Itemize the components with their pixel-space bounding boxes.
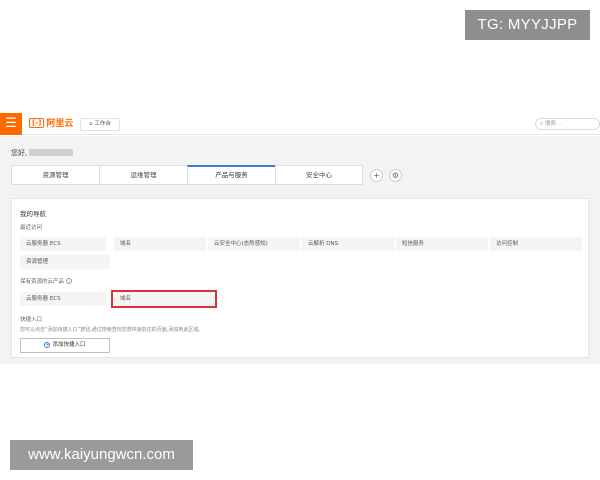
quick-description: 您可以点击“添加快捷入口”按钮,通过搜索查找您想快速前往的页面,添加到此区域。 bbox=[20, 327, 204, 333]
my-navigation-panel: 我的导航 最近访问 云服务器 ECS 域名 云安全中心(态势感知) 云解析 DN… bbox=[11, 198, 589, 358]
logo-mark-icon: [-] bbox=[29, 118, 45, 128]
recent-item-access-control[interactable]: 访问控制 bbox=[490, 237, 582, 251]
recent-item-ecs[interactable]: 云服务器 ECS bbox=[20, 237, 106, 251]
tab-bar: 资源管理 运维管理 产品与服务 安全中心 bbox=[11, 165, 363, 187]
greeting-text: 您好, bbox=[11, 149, 28, 157]
add-shortcut-button[interactable]: + 添加快捷入口 bbox=[20, 338, 110, 353]
aliyun-logo[interactable]: [-] 阿里云 bbox=[29, 118, 73, 131]
nav-title: 我的导航 bbox=[20, 210, 46, 218]
watermark-top: TG: MYYJJPP bbox=[465, 10, 590, 40]
info-icon[interactable]: i bbox=[66, 278, 73, 284]
owned-item-ecs[interactable]: 云服务器 ECS bbox=[20, 292, 106, 306]
add-shortcut-label: 添加快捷入口 bbox=[52, 342, 86, 348]
tab-resource-management[interactable]: 资源管理 bbox=[11, 165, 99, 185]
logo-text: 阿里云 bbox=[46, 119, 74, 129]
greeting: 您好, bbox=[11, 148, 74, 158]
blurred-username bbox=[29, 149, 74, 156]
search-input[interactable]: ⌕ 搜索... bbox=[535, 118, 600, 130]
quick-title: 快捷入口 bbox=[20, 317, 43, 323]
top-navbar: ☰ [-] 阿里云 ⌂ 工作台 ⌕ 搜索... bbox=[0, 113, 600, 135]
add-tab-icon[interactable]: + bbox=[370, 169, 383, 182]
recent-item-domain[interactable]: 域名 bbox=[114, 237, 206, 251]
plus-circle-icon: + bbox=[44, 342, 51, 348]
search-placeholder: 搜索... bbox=[544, 121, 562, 127]
watermark-bottom: www.kaiyungwcn.com bbox=[10, 440, 193, 470]
tab-operations-management[interactable]: 运维管理 bbox=[99, 165, 187, 185]
search-icon: ⌕ bbox=[540, 121, 544, 127]
gear-icon[interactable]: ⚙ bbox=[389, 169, 402, 182]
recent-item-resource-management[interactable]: 资源管理 bbox=[20, 255, 110, 269]
workbench-button[interactable]: ⌂ 工作台 bbox=[80, 118, 120, 131]
home-icon: ⌂ bbox=[89, 121, 93, 127]
workbench-label: 工作台 bbox=[94, 121, 111, 127]
recent-title: 最近访问 bbox=[20, 225, 43, 231]
menu-icon[interactable]: ☰ bbox=[0, 113, 22, 135]
tab-security-center[interactable]: 安全中心 bbox=[275, 165, 363, 185]
console-page: 您好, 资源管理 运维管理 产品与服务 安全中心 + ⚙ 我的导航 最近访问 云… bbox=[0, 136, 600, 364]
domain-highlight-box bbox=[111, 290, 217, 308]
recent-item-dns[interactable]: 云解析 DNS bbox=[302, 237, 394, 251]
tab-products-services[interactable]: 产品与服务 bbox=[187, 165, 275, 185]
owned-title: 保有资源的云产品 i bbox=[20, 277, 73, 285]
owned-title-text: 保有资源的云产品 bbox=[20, 279, 65, 285]
recent-item-sms[interactable]: 短信服务 bbox=[396, 237, 488, 251]
recent-item-security-center[interactable]: 云安全中心(态势感知) bbox=[208, 237, 300, 251]
